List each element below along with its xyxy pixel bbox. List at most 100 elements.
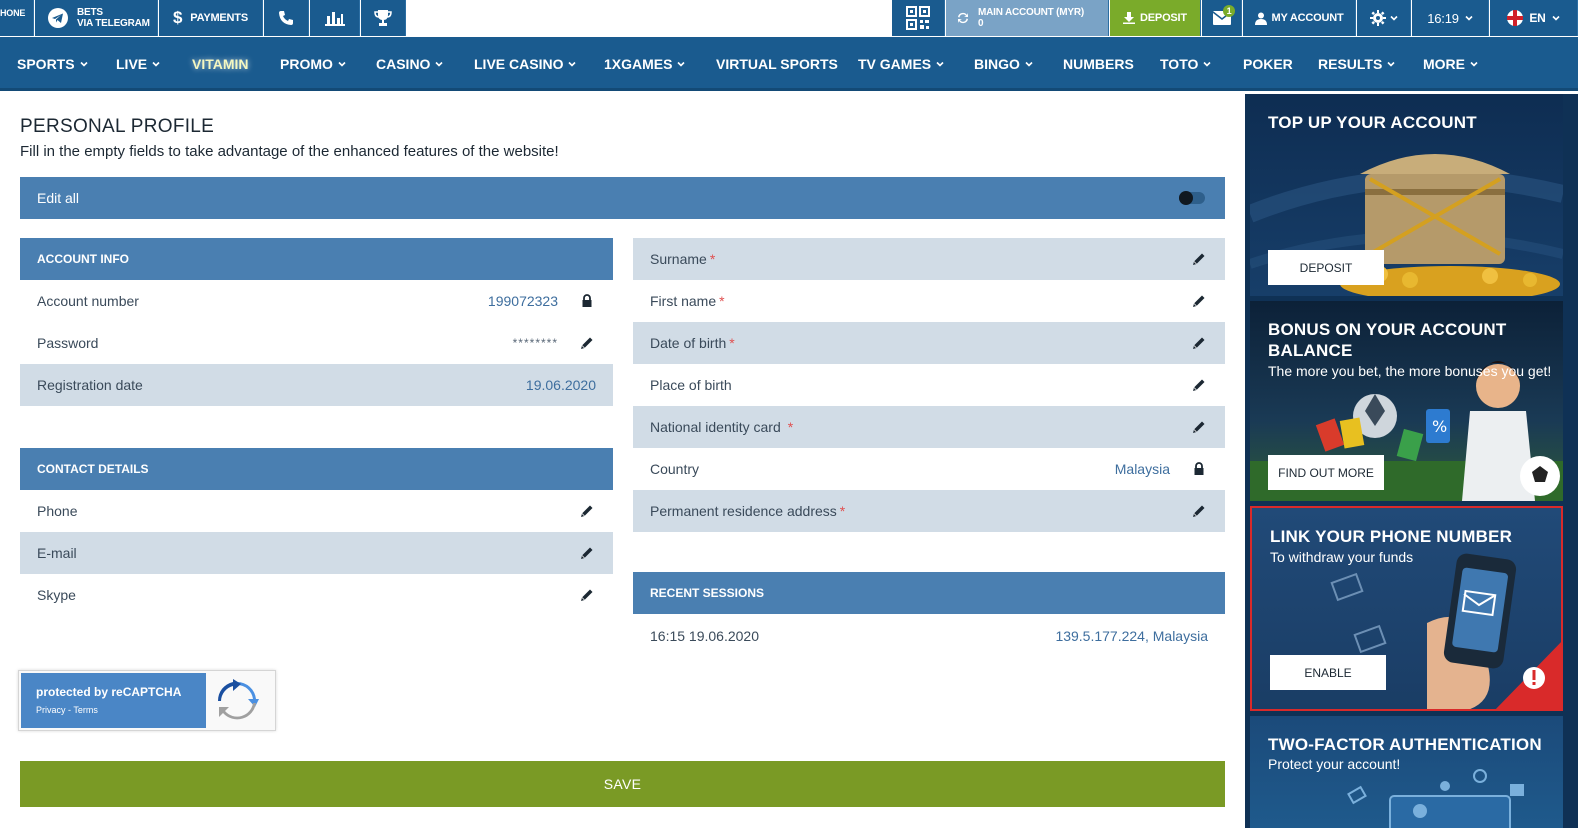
session-time: 16:15 19.06.2020 <box>650 628 759 644</box>
pencil-icon[interactable] <box>1192 420 1206 434</box>
statistics-button[interactable] <box>310 0 360 36</box>
download-icon <box>1123 12 1136 24</box>
save-button[interactable]: SAVE <box>20 761 1225 807</box>
residence-address-row[interactable]: Permanent residence address * <box>633 490 1225 532</box>
nav-item-1xgames[interactable]: 1XGAMES <box>604 37 686 91</box>
bonus-subtitle: The more you bet, the more bonuses you g… <box>1268 363 1552 379</box>
chevron-down-icon <box>1465 14 1473 22</box>
pencil-icon[interactable] <box>580 336 594 350</box>
payments-link[interactable]: $ PAYMENTS <box>159 0 263 36</box>
link-phone-subtitle: To withdraw your funds <box>1270 549 1414 565</box>
place-of-birth-row[interactable]: Place of birth <box>633 364 1225 406</box>
pencil-icon[interactable] <box>1192 252 1206 266</box>
field-label: Phone <box>37 503 78 519</box>
nav-item-bingo[interactable]: BINGO <box>974 37 1033 91</box>
pencil-icon[interactable] <box>1192 294 1206 308</box>
nav-item-toto[interactable]: TOTO <box>1160 37 1211 91</box>
session-row: 16:15 19.06.2020 139.5.177.224, Malaysia <box>633 615 1225 657</box>
two-factor-banner[interactable]: TWO-FACTOR AUTHENTICATION Protect your a… <box>1250 716 1563 828</box>
section-title: ACCOUNT INFO <box>37 252 129 266</box>
nav-item-casino[interactable]: CASINO <box>376 37 444 91</box>
nav-item-results[interactable]: RESULTS <box>1318 37 1395 91</box>
refresh-icon <box>956 11 970 25</box>
nav-label: MORE <box>1423 56 1465 72</box>
telegram-bets-link[interactable]: BETS VIA TELEGRAM <box>35 0 158 36</box>
first-name-row[interactable]: First name * <box>633 280 1225 322</box>
nav-label: BINGO <box>974 56 1020 72</box>
chevron-down-icon <box>1552 14 1560 22</box>
my-account-button[interactable]: MY ACCOUNT <box>1243 0 1356 36</box>
deposit-button[interactable]: DEPOSIT <box>1110 0 1201 36</box>
chevron-down-icon <box>435 61 444 67</box>
phone-link-label: HONE <box>0 8 26 18</box>
pencil-icon[interactable] <box>580 546 594 560</box>
phone-link[interactable]: HONE <box>0 0 34 36</box>
pencil-icon[interactable] <box>580 588 594 602</box>
nav-item-vitamin[interactable]: VITAMIN <box>192 37 249 91</box>
call-button[interactable] <box>264 0 309 36</box>
telegram-line1: BETS <box>77 7 103 18</box>
telegram-line2: VIA TELEGRAM <box>77 18 150 29</box>
nav-item-tv-games[interactable]: TV GAMES <box>858 37 944 91</box>
link-phone-banner[interactable]: LINK YOUR PHONE NUMBER To withdraw your … <box>1250 506 1563 711</box>
nav-item-more[interactable]: MORE <box>1423 37 1478 91</box>
messages-button[interactable]: 1 <box>1202 0 1242 36</box>
nav-item-poker[interactable]: POKER <box>1243 37 1293 91</box>
nav-item-numbers[interactable]: NUMBERS <box>1063 37 1134 91</box>
pencil-icon[interactable] <box>1192 336 1206 350</box>
enable-button[interactable]: ENABLE <box>1270 655 1386 690</box>
phone-row[interactable]: Phone <box>20 490 613 532</box>
recaptcha-logo-icon <box>215 679 259 728</box>
nav-item-live[interactable]: LIVE <box>116 37 160 91</box>
bonus-banner[interactable]: % BONUS ON YOUR ACCOUNT BALANCE The more… <box>1250 301 1563 501</box>
settings-button[interactable] <box>1357 0 1411 36</box>
pencil-icon[interactable] <box>580 504 594 518</box>
edit-all-toggle[interactable] <box>1179 191 1205 205</box>
chevron-down-icon <box>936 61 944 67</box>
nav-item-live-casino[interactable]: LIVE CASINO <box>474 37 577 91</box>
clock-dropdown[interactable]: 16:19 <box>1412 0 1489 36</box>
trophy-button[interactable] <box>361 0 406 36</box>
national-id-row[interactable]: National identity card * <box>633 406 1225 448</box>
svg-text:%: % <box>1432 417 1447 436</box>
email-row[interactable]: E-mail <box>20 532 613 574</box>
pencil-icon[interactable] <box>1192 378 1206 392</box>
surname-row[interactable]: Surname * <box>633 238 1225 280</box>
nav-item-virtual-sports[interactable]: VIRTUAL SPORTS <box>716 37 838 91</box>
qr-code-icon <box>906 6 930 30</box>
recaptcha-label: protected by reCAPTCHA <box>36 685 182 699</box>
chevron-down-icon <box>677 61 686 67</box>
recaptcha-badge[interactable]: protected by reCAPTCHA Privacy - Terms <box>18 670 276 731</box>
uk-flag-icon <box>1507 10 1524 26</box>
nav-label: SPORTS <box>17 56 75 72</box>
nav-item-sports[interactable]: SPORTS <box>17 37 88 91</box>
qr-code-button[interactable] <box>892 0 945 36</box>
nav-label: VIRTUAL SPORTS <box>716 56 838 72</box>
main-account-balance[interactable]: MAIN ACCOUNT (MYR) 0 <box>946 0 1109 36</box>
required-mark: * <box>787 419 794 435</box>
find-out-more-button[interactable]: FIND OUT MORE <box>1268 455 1384 490</box>
language-label: EN <box>1529 11 1546 25</box>
toggle-knob <box>1179 191 1193 205</box>
language-dropdown[interactable]: EN <box>1490 0 1578 36</box>
nav-label: VITAMIN <box>192 56 249 72</box>
chevron-down-icon <box>1389 14 1398 22</box>
field-label: Country <box>650 461 700 477</box>
recaptcha-text-panel: protected by reCAPTCHA Privacy - Terms <box>21 673 206 728</box>
bar-chart-icon <box>324 10 345 26</box>
chevron-down-icon <box>80 61 88 67</box>
pencil-icon[interactable] <box>1192 504 1206 518</box>
time-label: 16:19 <box>1427 10 1459 26</box>
edit-all-bar: Edit all <box>20 177 1225 219</box>
field-label: First name <box>650 293 717 309</box>
recaptcha-links[interactable]: Privacy - Terms <box>36 705 206 715</box>
nav-label: TOTO <box>1160 56 1199 72</box>
main-account-text: MAIN ACCOUNT (MYR) 0 <box>978 7 1084 29</box>
topup-deposit-button[interactable]: DEPOSIT <box>1268 250 1384 285</box>
country-value: Malaysia <box>1114 461 1170 477</box>
page-title: PERSONAL PROFILE <box>20 116 215 137</box>
skype-row[interactable]: Skype <box>20 574 613 616</box>
date-of-birth-row[interactable]: Date of birth * <box>633 322 1225 364</box>
nav-item-promo[interactable]: PROMO <box>280 37 346 91</box>
topup-banner[interactable]: TOP UP YOUR ACCOUNT DEPOSIT <box>1250 94 1563 296</box>
